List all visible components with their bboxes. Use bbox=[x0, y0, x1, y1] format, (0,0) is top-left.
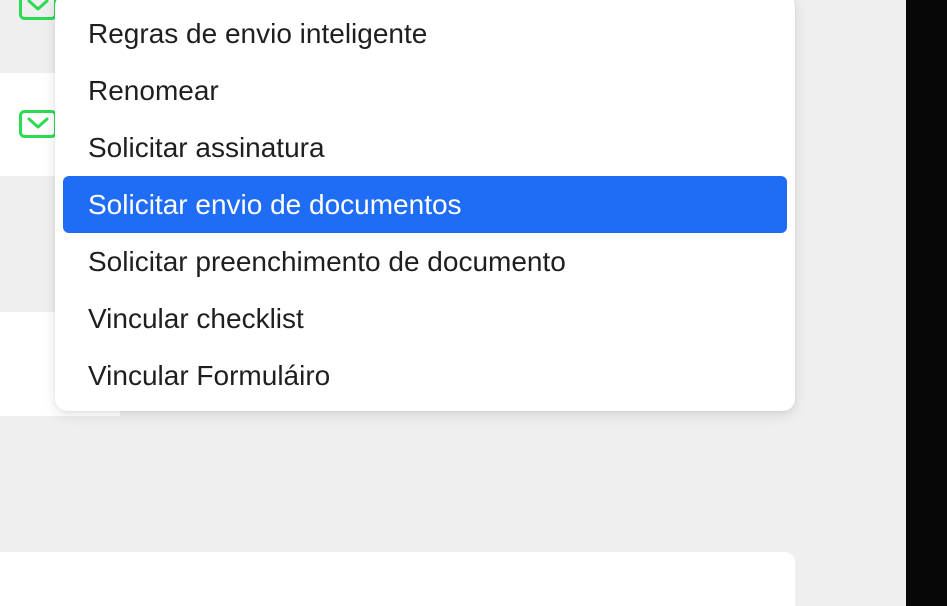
menu-item-label: Solicitar assinatura bbox=[88, 132, 325, 163]
menu-item-request-fill[interactable]: Solicitar preenchimento de documento bbox=[63, 233, 787, 290]
menu-item-smart-rules[interactable]: Regras de envio inteligente bbox=[63, 5, 787, 62]
menu-item-request-signature[interactable]: Solicitar assinatura bbox=[63, 119, 787, 176]
menu-item-label: Vincular checklist bbox=[88, 303, 304, 334]
menu-item-link-form[interactable]: Vincular Formuláiro bbox=[63, 347, 787, 404]
menu-item-label: Renomear bbox=[88, 75, 219, 106]
screen-edge bbox=[906, 0, 947, 606]
menu-item-label: Vincular Formuláiro bbox=[88, 360, 331, 391]
menu-item-request-documents[interactable]: Solicitar envio de documentos bbox=[63, 176, 787, 233]
menu-item-label: Solicitar envio de documentos bbox=[88, 189, 462, 220]
mail-icon bbox=[19, 110, 57, 138]
menu-item-rename[interactable]: Renomear bbox=[63, 62, 787, 119]
background-card-bottom bbox=[0, 552, 795, 606]
menu-item-link-checklist[interactable]: Vincular checklist bbox=[63, 290, 787, 347]
mail-icon bbox=[19, 0, 57, 20]
context-menu: Regras de envio inteligente Renomear Sol… bbox=[55, 0, 795, 411]
menu-item-label: Solicitar preenchimento de documento bbox=[88, 246, 566, 277]
menu-item-label: Regras de envio inteligente bbox=[88, 18, 428, 49]
